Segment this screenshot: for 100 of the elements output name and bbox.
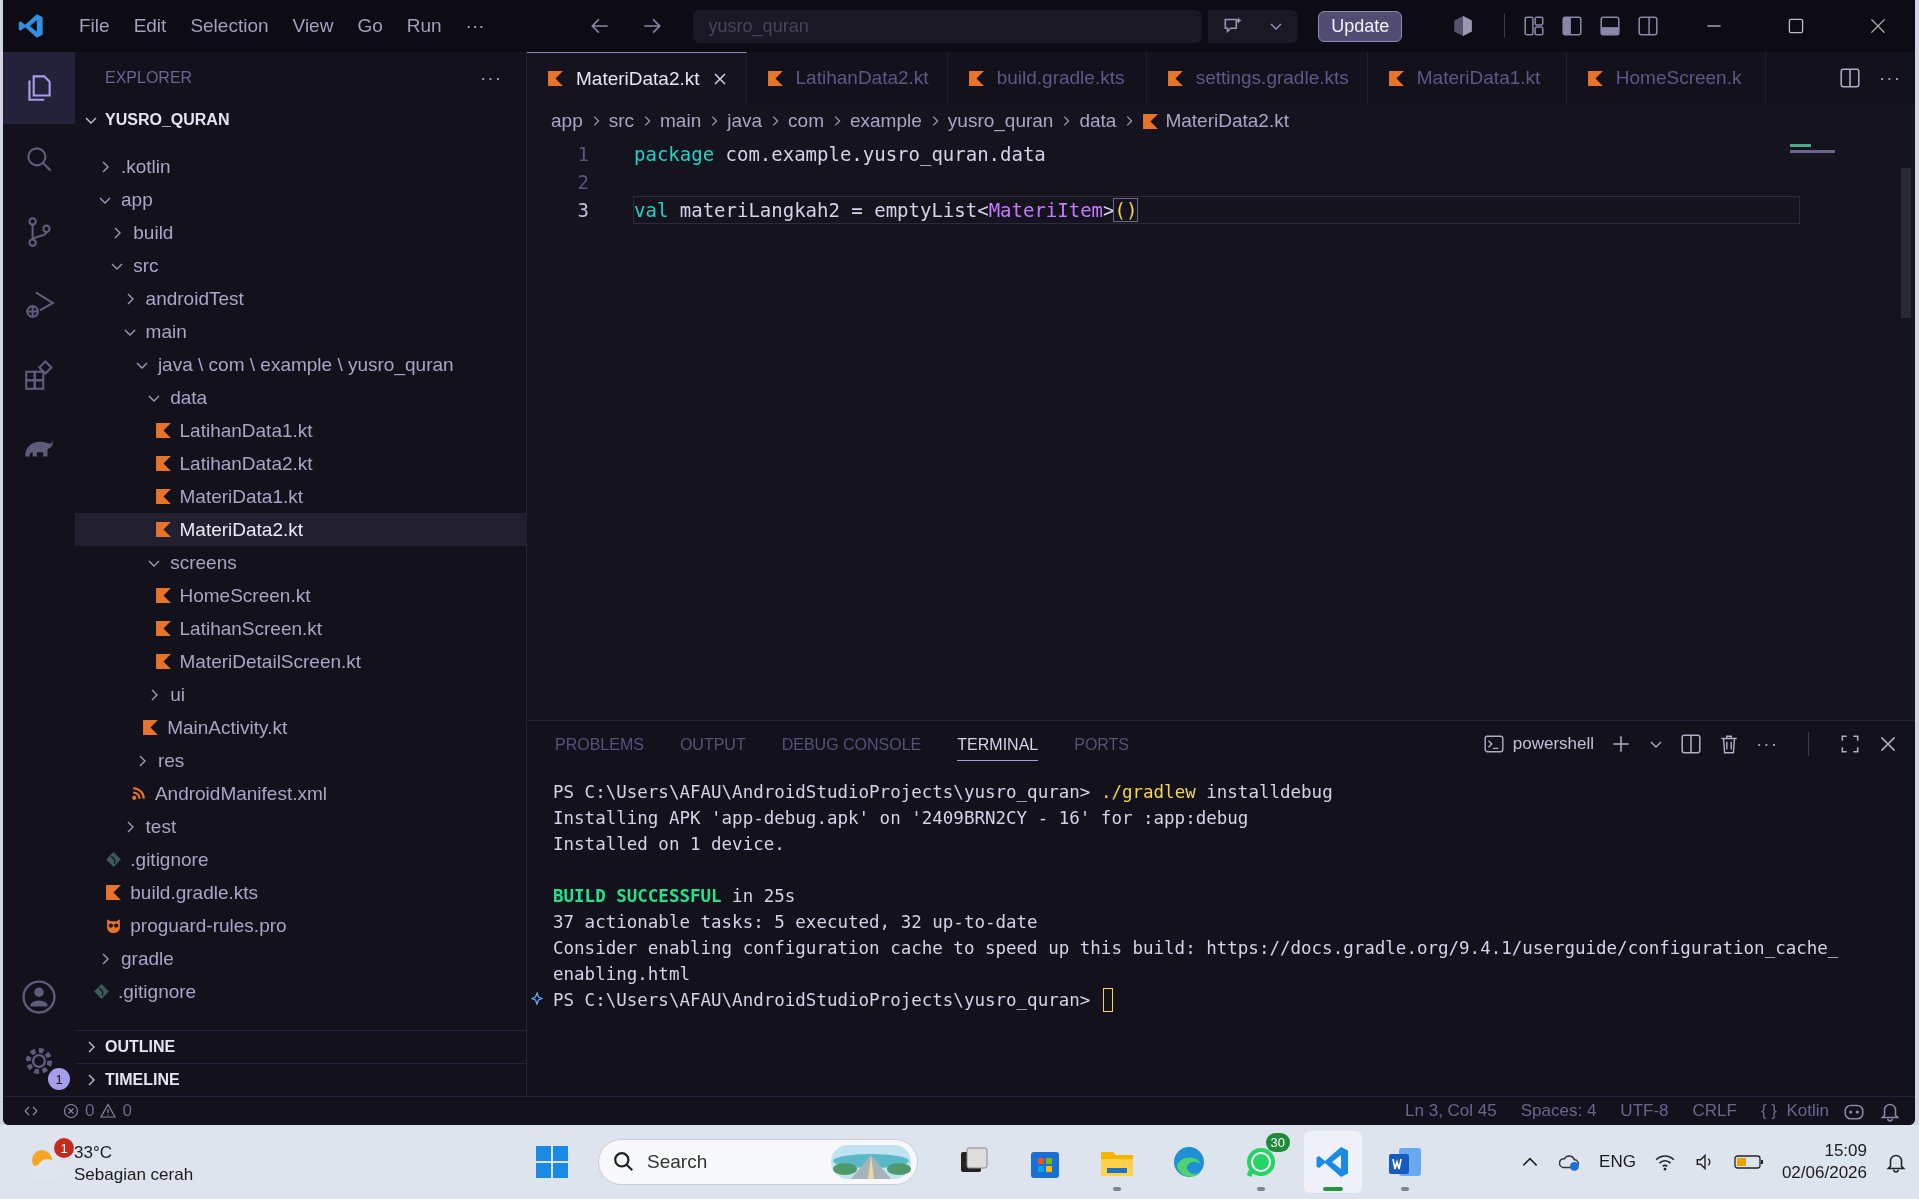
menu-item[interactable]: Go [347,11,393,41]
breadcrumb-item[interactable]: com [788,110,824,132]
vscode-logo-icon [17,12,45,40]
error-icon [63,1103,79,1119]
tree-item[interactable]: build [75,216,526,249]
terminal-line: Installed on 1 device. [553,834,785,854]
breadcrumb-item[interactable]: data [1079,110,1117,132]
kotlin-file-icon [154,488,172,505]
layout-icon[interactable] [1523,15,1545,37]
tree-item[interactable]: ui [75,678,526,711]
tree-item[interactable]: LatihanData1.kt [75,414,526,447]
tree-item[interactable]: .kotlin [75,150,526,183]
terminal-line: Consider enabling configuration cache to speed up this build: https://docs.gradle.org/9.4.1/userguide/configuration_cache_ [553,938,1839,958]
tree-item[interactable]: main [75,315,526,348]
menu-item[interactable]: Run [396,11,452,41]
tree-item[interactable]: MateriData2.kt [75,513,526,546]
notification-badge: 1 [54,1138,74,1158]
workspace-header[interactable]: YUSRO_QURAN [75,104,526,136]
menu-item[interactable]: File [69,11,120,41]
editor-tab[interactable]: MateriData2.kt [527,52,747,104]
cube-icon[interactable] [1452,15,1475,37]
terminal-line: BUILD SUCCESSFUL in 25s [553,886,796,906]
tree-item[interactable]: res [75,744,526,777]
tree-item[interactable]: androidTest [75,282,526,315]
tree-item[interactable]: .gitignore [75,975,526,1008]
kotlin-file-icon [967,69,985,87]
menu-item[interactable]: View [282,11,344,41]
owl-file-icon [105,917,123,934]
weather-widget[interactable]: 1 33°C Sebagian cerah [26,1133,416,1191]
terminal-line: 37 actionable tasks: 5 executed, 32 up-to-date [553,912,1038,932]
plus-icon[interactable] [1610,733,1632,755]
kotlin-file-icon [1166,69,1184,87]
breadcrumb-item[interactable]: java [727,110,763,132]
close-icon[interactable] [711,70,728,87]
kotlin-file-icon [105,884,123,901]
terminal-cursor [1102,988,1113,1012]
toggle-secondary-sidebar-icon[interactable] [1637,15,1659,37]
notification-badge: 1 [48,1068,70,1090]
tree-item[interactable]: HomeScreen.kt [75,579,526,612]
menu-item[interactable]: Selection [180,11,279,41]
more-actions-button[interactable]: ··· [1756,733,1778,755]
breadcrumb-item[interactable]: main [660,110,702,132]
split-terminal-icon[interactable] [1680,733,1702,755]
kotlin-file-icon [154,521,172,538]
more-actions-button[interactable]: ··· [480,67,502,89]
update-button[interactable]: Update [1318,10,1403,42]
toggle-sidebar-icon[interactable] [1561,15,1583,37]
breadcrumb-item[interactable]: app [551,110,583,132]
sparkle-icon [531,992,547,1008]
menu-item[interactable]: Edit [123,11,177,41]
kotlin-file-icon [766,69,784,87]
account-icon[interactable] [20,978,58,1016]
line-number: 2 [576,171,590,193]
more-actions-button[interactable]: ··· [1879,67,1901,89]
breadcrumb-item[interactable]: src [608,110,635,132]
tree-item[interactable]: screens [75,546,526,579]
breadcrumb-item[interactable]: example [850,110,922,132]
kotlin-file-icon [1142,112,1160,130]
split-editor-icon[interactable] [1839,67,1861,89]
panel-tab[interactable]: TERMINAL [957,727,1039,761]
tree-item[interactable]: .gitignore [75,843,526,876]
clock[interactable]: 15:09 02/06/2026 [1781,1141,1867,1183]
tree-item[interactable]: MateriDetailScreen.kt [75,645,526,678]
diamond-file-icon [105,851,123,868]
rss-file-icon [129,785,147,802]
section-header[interactable]: OUTLINE [75,1030,526,1063]
terminal-selector[interactable]: powershell [1482,733,1594,755]
scrollbar[interactable] [1901,168,1911,318]
tree-item[interactable]: LatihanData2.kt [75,447,526,480]
tree-item[interactable]: data [75,381,526,414]
kotlin-file-icon [1586,69,1604,87]
taskbar-app-button[interactable]: 30 [1232,1131,1290,1193]
line-number: 3 [576,199,590,221]
warning-icon [100,1103,117,1119]
tree-item[interactable]: proguard-rules.pro [75,909,526,942]
tree-item[interactable]: app [75,183,526,216]
tree-item[interactable]: src [75,249,526,282]
kotlin-file-icon [142,719,160,736]
kotlin-file-icon [1387,69,1405,87]
breadcrumb-item[interactable]: yusro_quran [947,110,1054,132]
taskbar-search-field[interactable]: Search [598,1139,918,1185]
tree-item[interactable]: gradle [75,942,526,975]
breadcrumb-item[interactable]: MateriData2.kt [1165,110,1289,132]
explorer-activity-icon[interactable] [3,52,75,124]
input-language[interactable]: ENG [1599,1152,1636,1172]
trash-icon[interactable] [1718,733,1740,755]
maximize-panel-icon[interactable] [1839,733,1861,755]
tree-item[interactable]: MateriData1.kt [75,480,526,513]
tree-item[interactable]: test [75,810,526,843]
tree-item[interactable]: java \ com \ example \ yusro_quran [75,348,526,381]
battery-icon[interactable] [1733,1154,1764,1170]
menu-item[interactable]: ··· [455,11,495,41]
minimap [1790,144,1835,153]
toggle-panel-icon[interactable] [1599,15,1621,37]
tree-item[interactable]: AndroidManifest.xml [75,777,526,810]
tree-item[interactable]: build.gradle.kts [75,876,526,909]
tree-item[interactable]: MainActivity.kt [75,711,526,744]
tree-item[interactable]: LatihanScreen.kt [75,612,526,645]
terminal-line: enabling.html [553,964,690,984]
terminal-line: PS C:\Users\AFAU\AndroidStudioProjects\yusro_quran> ./gradlew installdebug [553,782,1333,802]
